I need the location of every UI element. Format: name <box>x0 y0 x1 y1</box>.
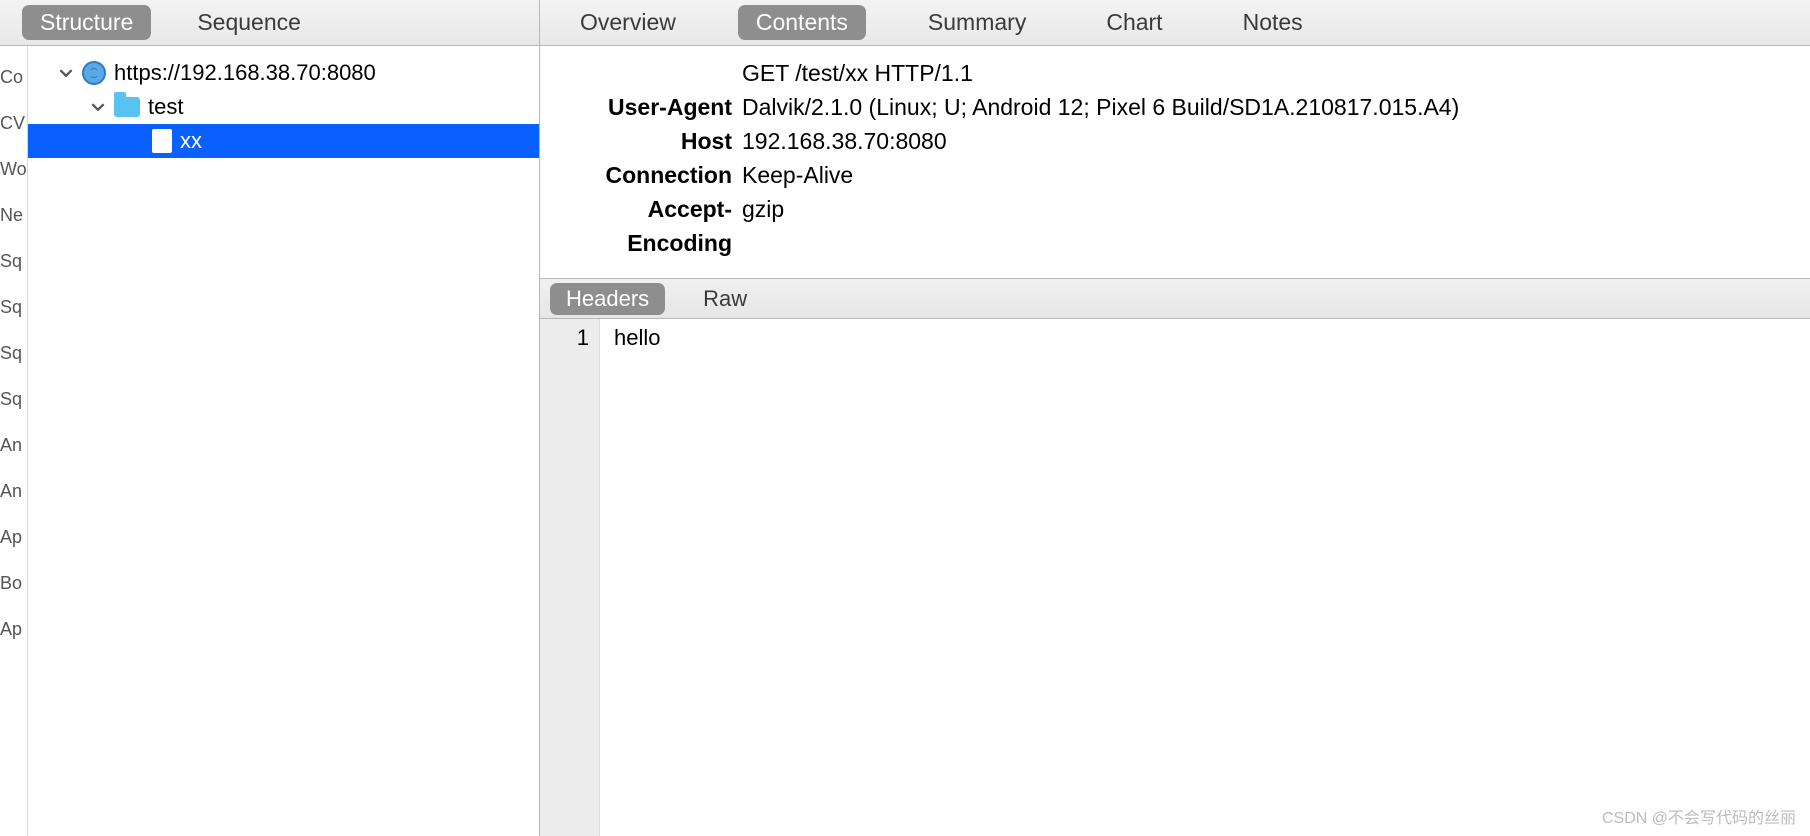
header-key: Accept-Encoding <box>552 192 742 260</box>
side-label: Ap <box>0 514 27 560</box>
header-value: gzip <box>742 192 1798 260</box>
tab-structure[interactable]: Structure <box>22 5 151 40</box>
tree-folder-row[interactable]: test <box>28 90 539 124</box>
tree-host-row[interactable]: https://192.168.38.70:8080 <box>28 56 539 90</box>
file-icon <box>152 129 172 153</box>
side-label: Wo <box>0 146 27 192</box>
globe-icon <box>82 61 106 85</box>
response-content[interactable]: hello <box>600 319 1810 836</box>
detail-panel: GET /test/xx HTTP/1.1 User-AgentDalvik/2… <box>540 46 1810 836</box>
side-label: Ap <box>0 606 27 652</box>
left-gutter-sidebar: Co CV Wo Ne Sq Sq Sq Sq An An Ap Bo Ap <box>0 46 28 836</box>
top-toolbar: Structure Sequence Overview Contents Sum… <box>0 0 1810 46</box>
tab-notes[interactable]: Notes <box>1225 5 1321 40</box>
tab-overview[interactable]: Overview <box>562 5 694 40</box>
chevron-down-icon[interactable] <box>90 99 106 115</box>
tab-response-headers[interactable]: Headers <box>550 283 665 315</box>
header-value: Keep-Alive <box>742 158 1798 192</box>
side-label: An <box>0 468 27 514</box>
header-key: Host <box>552 124 742 158</box>
header-key: Connection <box>552 158 742 192</box>
tab-chart[interactable]: Chart <box>1088 5 1180 40</box>
watermark-text: CSDN @不会写代码的丝丽 <box>1602 804 1796 828</box>
side-label: Sq <box>0 330 27 376</box>
side-label: Sq <box>0 238 27 284</box>
tab-sequence[interactable]: Sequence <box>179 5 319 40</box>
main-body: Co CV Wo Ne Sq Sq Sq Sq An An Ap Bo Ap h… <box>0 46 1810 836</box>
response-body-pane: 1 hello <box>540 319 1810 836</box>
header-value: Dalvik/2.1.0 (Linux; U; Android 12; Pixe… <box>742 90 1798 124</box>
side-label: CV <box>0 100 27 146</box>
side-label: Co <box>0 54 27 100</box>
tree-folder-label: test <box>148 94 183 120</box>
tree-host-label: https://192.168.38.70:8080 <box>114 60 376 86</box>
side-label: Sq <box>0 376 27 422</box>
tab-contents[interactable]: Contents <box>738 5 866 40</box>
folder-icon <box>114 97 140 117</box>
response-line: hello <box>614 325 1810 351</box>
header-key: User-Agent <box>552 90 742 124</box>
left-tabs-group: Structure Sequence <box>0 0 540 45</box>
response-tabs: Headers Raw <box>540 279 1810 319</box>
tree-file-label: xx <box>180 128 202 154</box>
right-tabs-group: Overview Contents Summary Chart Notes <box>540 0 1810 45</box>
tree-file-row[interactable]: xx <box>28 124 539 158</box>
tab-response-raw[interactable]: Raw <box>687 283 763 315</box>
structure-tree[interactable]: https://192.168.38.70:8080 test xx <box>28 46 540 836</box>
side-label: Sq <box>0 284 27 330</box>
line-number-gutter: 1 <box>540 319 600 836</box>
request-first-line: GET /test/xx HTTP/1.1 <box>742 56 1798 90</box>
tab-summary[interactable]: Summary <box>910 5 1044 40</box>
line-number: 1 <box>540 325 589 351</box>
side-label: Ne <box>0 192 27 238</box>
header-value: 192.168.38.70:8080 <box>742 124 1798 158</box>
side-label: Bo <box>0 560 27 606</box>
side-label: An <box>0 422 27 468</box>
chevron-down-icon[interactable] <box>58 65 74 81</box>
request-headers-pane: GET /test/xx HTTP/1.1 User-AgentDalvik/2… <box>540 46 1810 279</box>
